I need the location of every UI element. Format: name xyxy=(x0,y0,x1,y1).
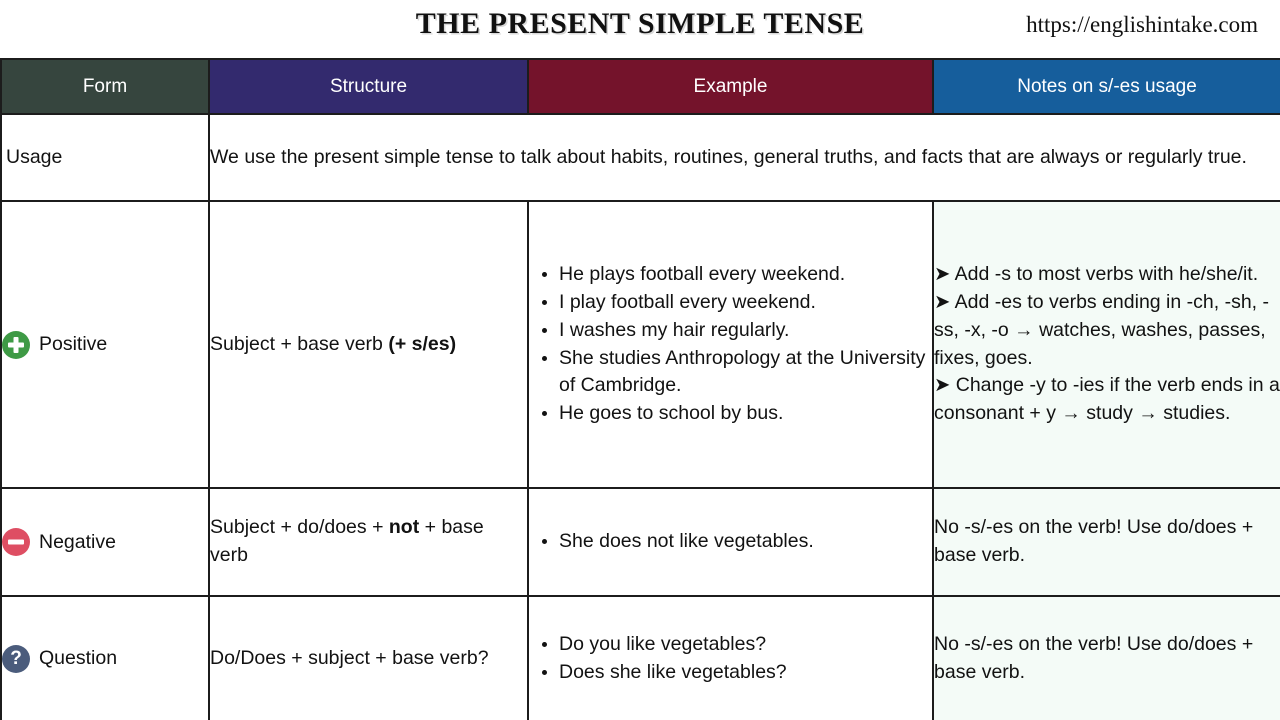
notes-cell-negative: No -s/-es on the verb! Use do/does + bas… xyxy=(932,487,1280,597)
table-row-question: ? Question Do/Does + subject + base verb… xyxy=(0,595,1280,720)
form-cell-negative: Negative xyxy=(0,487,210,597)
present-simple-table: Form Structure Example Notes on s/-es us… xyxy=(0,58,1280,720)
form-label-positive: Positive xyxy=(39,333,108,355)
list-item: He goes to school by bus. xyxy=(559,400,932,428)
notes-cell-positive: ➤ Add -s to most verbs with he/she/it. ➤… xyxy=(932,200,1280,489)
example-cell-question: Do you like vegetables? Does she like ve… xyxy=(527,595,934,720)
form-label-question: Question xyxy=(39,647,118,669)
page-header: THE PRESENT SIMPLE TENSE https://english… xyxy=(0,0,1280,58)
column-header-structure: Structure xyxy=(208,58,529,115)
usage-text-cell: We use the present simple tense to talk … xyxy=(208,113,1280,202)
source-url: https://englishintake.com xyxy=(1026,12,1258,37)
note-line: No -s/-es on the verb! Use do/does + bas… xyxy=(934,632,1254,683)
list-item: Do you like vegetables? xyxy=(559,631,932,659)
table-row-positive: Positive Subject + base verb (+ s/es) He… xyxy=(0,200,1280,489)
table-row-usage: Usage We use the present simple tense to… xyxy=(0,113,1280,202)
column-header-form: Form xyxy=(0,58,210,115)
table-row-negative: Negative Subject + do/does + not + base … xyxy=(0,487,1280,597)
structure-text-question: Do/Does + subject + base verb? xyxy=(210,646,489,669)
list-item: I washes my hair regularly. xyxy=(559,317,932,345)
table-header-row: Form Structure Example Notes on s/-es us… xyxy=(0,58,1280,115)
usage-label: Usage xyxy=(6,145,63,168)
usage-label-cell: Usage xyxy=(0,113,210,202)
question-circle-icon: ? xyxy=(2,644,30,673)
note-line: ➤ Change -y to -ies if the verb ends in … xyxy=(934,374,1280,424)
column-header-notes: Notes on s/-es usage xyxy=(932,58,1280,115)
structure-cell-positive: Subject + base verb (+ s/es) xyxy=(208,200,529,489)
structure-text-positive: Subject + base verb xyxy=(210,332,389,355)
form-cell-positive: Positive xyxy=(0,200,210,489)
structure-emphasis-positive: (+ s/es) xyxy=(388,332,457,355)
note-line: ➤ Add -s to most verbs with he/she/it. xyxy=(934,263,1259,286)
list-item: I play football every weekend. xyxy=(559,289,932,317)
minus-circle-icon xyxy=(2,528,30,556)
notes-cell-question: No -s/-es on the verb! Use do/does + bas… xyxy=(932,595,1280,720)
plus-circle-icon xyxy=(2,330,30,359)
column-header-example: Example xyxy=(527,58,934,115)
example-list-positive: He plays football every weekend. I play … xyxy=(529,261,932,427)
structure-text-negative: Subject + do/does + xyxy=(210,516,389,539)
structure-cell-question: Do/Does + subject + base verb? xyxy=(208,595,529,720)
example-list-negative: She does not like vegetables. xyxy=(529,528,932,556)
list-item: Does she like vegetables? xyxy=(559,659,932,687)
usage-text: We use the present simple tense to talk … xyxy=(210,145,1247,168)
note-line: No -s/-es on the verb! Use do/does + bas… xyxy=(934,516,1254,566)
structure-emphasis-negative: not xyxy=(388,516,420,539)
form-label-negative: Negative xyxy=(39,530,116,553)
structure-cell-negative: Subject + do/does + not + base verb xyxy=(208,487,529,597)
form-cell-question: ? Question xyxy=(0,595,210,720)
example-cell-positive: He plays football every weekend. I play … xyxy=(527,200,934,489)
list-item: He plays football every weekend. xyxy=(559,261,932,289)
list-item: She does not like vegetables. xyxy=(559,528,932,556)
list-item: She studies Anthropology at the Universi… xyxy=(559,345,932,400)
note-line: ➤ Add -es to verbs ending in -ch, -sh, -… xyxy=(934,291,1269,369)
example-cell-negative: She does not like vegetables. xyxy=(527,487,934,597)
example-list-question: Do you like vegetables? Does she like ve… xyxy=(529,631,932,686)
